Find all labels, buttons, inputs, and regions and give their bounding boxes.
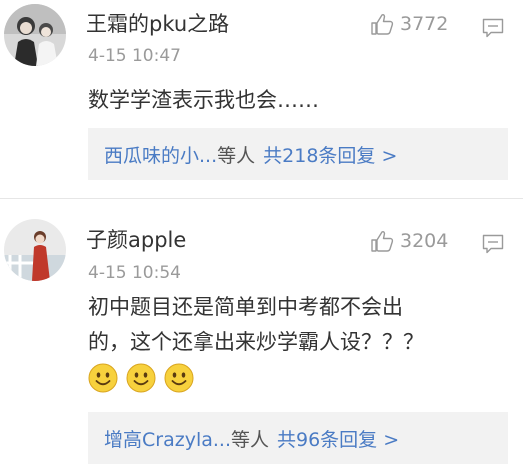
comment-text-line: 初中题目还是简单到中考都不会出 bbox=[88, 295, 403, 319]
avatar[interactable] bbox=[4, 4, 66, 66]
comment-text: 数学学渣表示我也会…… bbox=[88, 88, 319, 112]
smiley-emoji-icon bbox=[164, 363, 194, 393]
comment-icon[interactable] bbox=[482, 18, 504, 38]
reply-users-suffix: 等人 bbox=[217, 144, 256, 167]
timestamp: 4-15 10:47 bbox=[88, 46, 181, 66]
username[interactable]: 王霜的pku之路 bbox=[86, 8, 229, 38]
username[interactable]: 子颜apple bbox=[86, 224, 186, 254]
comment-icon[interactable] bbox=[482, 234, 504, 254]
like-count: 3204 bbox=[400, 230, 449, 252]
replies-preview[interactable]: 西瓜味的小... 等人 共218条回复 > bbox=[88, 128, 508, 180]
emoji-row bbox=[88, 363, 194, 393]
like-count: 3772 bbox=[400, 13, 449, 35]
reply-count-link[interactable]: 共96条回复 > bbox=[277, 425, 399, 452]
comment-item: 子颜apple 4-15 10:54 3204 初中题目还是简单到中考都不会出 … bbox=[0, 199, 523, 472]
smiley-emoji-icon bbox=[126, 363, 156, 393]
thumbs-up-icon bbox=[371, 14, 394, 35]
comment-item: 王霜的pku之路 4-15 10:47 3772 数学学渣表示我也会…… 西瓜味… bbox=[0, 0, 523, 198]
reply-users-suffix: 等人 bbox=[230, 428, 269, 451]
reply-users[interactable]: 增高Crazyla... bbox=[104, 425, 231, 452]
like-button[interactable]: 3204 bbox=[370, 230, 448, 252]
like-button[interactable]: 3772 bbox=[370, 13, 448, 35]
reply-users[interactable]: 西瓜味的小... bbox=[104, 141, 217, 168]
thumbs-up-icon bbox=[371, 231, 394, 252]
timestamp: 4-15 10:54 bbox=[88, 263, 181, 283]
avatar[interactable] bbox=[4, 219, 66, 281]
replies-preview[interactable]: 增高Crazyla... 等人 共96条回复 > bbox=[88, 412, 508, 464]
smiley-emoji-icon bbox=[88, 363, 118, 393]
reply-count-link[interactable]: 共218条回复 > bbox=[263, 141, 397, 168]
comment-text-line: 的，这个还拿出来炒学霸人设？？？ bbox=[88, 330, 424, 354]
